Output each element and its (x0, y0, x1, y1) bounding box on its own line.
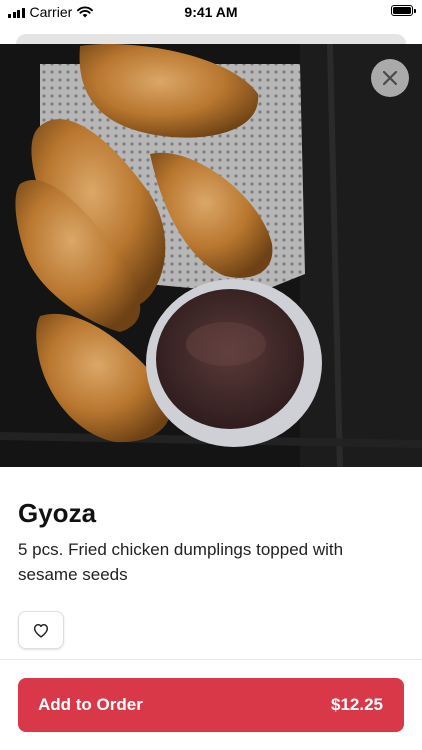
close-button[interactable] (371, 59, 409, 97)
divider (0, 659, 422, 660)
item-title: Gyoza (18, 498, 97, 528)
gyoza-photo (0, 44, 422, 467)
add-to-order-button[interactable]: Add to Order $12.25 (18, 678, 404, 732)
heart-icon (33, 623, 49, 638)
item-photo (0, 44, 422, 467)
add-to-order-label: Add to Order (38, 695, 143, 714)
order-price: $12.25 (331, 695, 383, 714)
item-details: Gyoza 5 pcs. Fried chicken dumplings top… (18, 467, 404, 587)
status-bar: Carrier 9:41 AM (0, 0, 422, 24)
favorite-button[interactable] (18, 611, 64, 649)
battery-icon (391, 5, 416, 16)
item-description: 5 pcs. Fried chicken dumplings topped wi… (18, 540, 344, 584)
close-icon (382, 70, 398, 86)
status-time: 9:41 AM (184, 4, 238, 20)
